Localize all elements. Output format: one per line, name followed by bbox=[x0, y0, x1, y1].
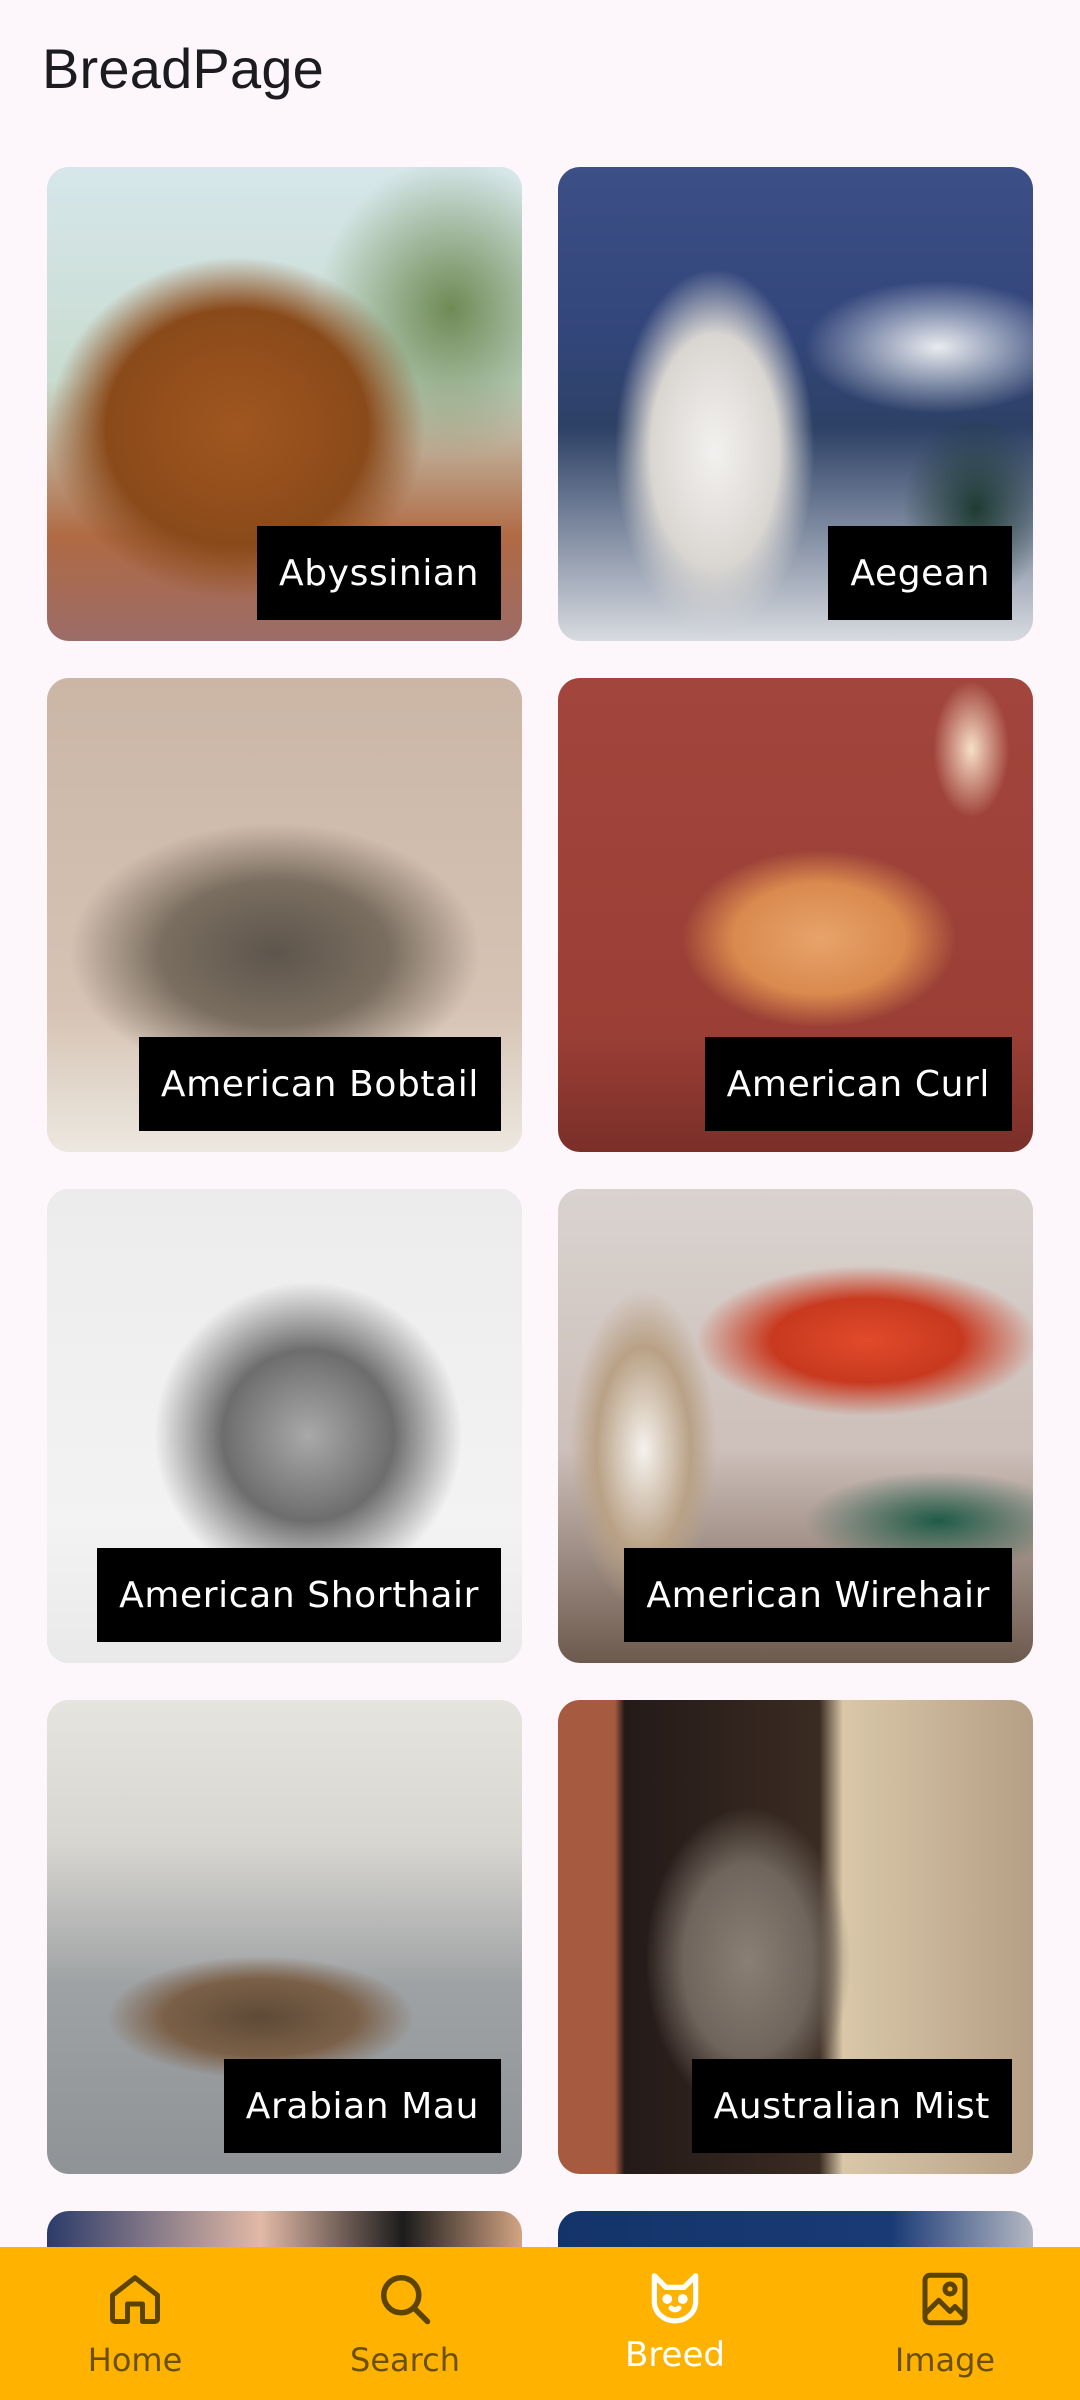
page-title: BreadPage bbox=[42, 37, 325, 100]
cat-icon bbox=[643, 2267, 707, 2331]
breed-card-american-curl[interactable]: American Curl bbox=[558, 678, 1033, 1152]
breed-name-label: Abyssinian bbox=[257, 526, 501, 620]
breed-card-australian-mist[interactable]: Australian Mist bbox=[558, 1700, 1033, 2174]
breed-name-label: American Wirehair bbox=[624, 1548, 1012, 1642]
breed-card-partial[interactable] bbox=[558, 2211, 1033, 2251]
nav-label-search: Search bbox=[350, 2341, 460, 2379]
breed-card-arabian-mau[interactable]: Arabian Mau bbox=[47, 1700, 522, 2174]
breed-card-american-wirehair[interactable]: American Wirehair bbox=[558, 1189, 1033, 1663]
nav-item-home[interactable]: Home bbox=[0, 2247, 270, 2400]
nav-label-home: Home bbox=[87, 2341, 183, 2379]
nav-item-image[interactable]: Image bbox=[810, 2247, 1080, 2400]
breed-card-abyssinian[interactable]: Abyssinian bbox=[47, 167, 522, 641]
breed-card-partial[interactable] bbox=[47, 2211, 522, 2251]
nav-label-image: Image bbox=[894, 2341, 996, 2379]
search-icon bbox=[373, 2267, 437, 2331]
home-icon bbox=[103, 2267, 167, 2331]
breed-name-label: American Shorthair bbox=[97, 1548, 501, 1642]
breed-name-label: Aegean bbox=[828, 526, 1012, 620]
image-icon bbox=[913, 2267, 977, 2331]
breed-name-label: American Bobtail bbox=[138, 1037, 501, 1131]
breed-name-label: Australian Mist bbox=[691, 2059, 1012, 2153]
breed-card-american-shorthair[interactable]: American Shorthair bbox=[47, 1189, 522, 1663]
nav-item-breed[interactable]: Breed bbox=[540, 2247, 810, 2400]
breed-name-label: Arabian Mau bbox=[223, 2059, 501, 2153]
breed-card-aegean[interactable]: Aegean bbox=[558, 167, 1033, 641]
bottom-navigation-bar: Home Search Breed Image bbox=[0, 2247, 1080, 2400]
nav-item-search[interactable]: Search bbox=[270, 2247, 540, 2400]
nav-label-breed: Breed bbox=[625, 2335, 725, 2375]
breed-name-label: American Curl bbox=[704, 1037, 1012, 1131]
breed-card-american-bobtail[interactable]: American Bobtail bbox=[47, 678, 522, 1152]
